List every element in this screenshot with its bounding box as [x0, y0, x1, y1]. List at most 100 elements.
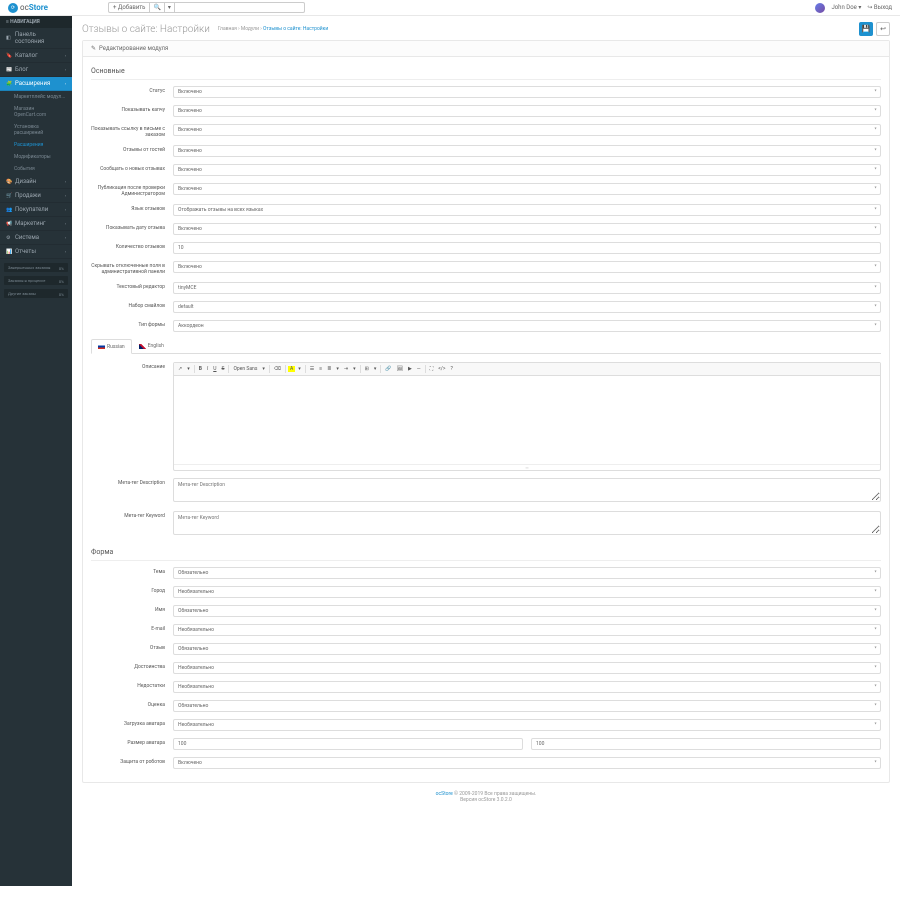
sidebar-item-catalog[interactable]: 🔖Каталог›: [0, 49, 72, 63]
label-count: Количество отзывов: [91, 242, 173, 250]
bold-icon[interactable]: B: [197, 365, 204, 373]
add-button[interactable]: + Добавить: [108, 2, 150, 13]
select-hide[interactable]: Включено: [173, 261, 881, 273]
flag-en-icon: [139, 344, 146, 349]
select-city[interactable]: Необязательно: [173, 586, 881, 598]
users-icon: 👥: [6, 207, 12, 213]
header: ⟳ ocStore + Добавить 🔍 ▾ John Doe ▾ ↪ Вы…: [0, 0, 900, 16]
sidebar-sub-extensions[interactable]: Расширения: [0, 139, 72, 151]
user-name[interactable]: John Doe ▾: [831, 4, 861, 11]
textarea-meta-kw[interactable]: [173, 511, 881, 535]
sidebar-item-reports[interactable]: 📊Отчеты›: [0, 245, 72, 259]
flag-ru-icon: [98, 344, 105, 349]
sidebar-sub-events[interactable]: События: [0, 163, 72, 175]
label-date: Показывать дату отзыва: [91, 223, 173, 231]
select-guest[interactable]: Включено: [173, 145, 881, 157]
indent-icon[interactable]: ⇥: [342, 365, 350, 373]
sidebar-sub-modifications[interactable]: Модификаторы: [0, 151, 72, 163]
editor-resize[interactable]: ═: [174, 464, 880, 470]
tab-english[interactable]: English: [132, 339, 171, 353]
label-cons: Недостатки: [91, 681, 173, 689]
logout-link[interactable]: ↪ Выход: [867, 4, 892, 11]
sidebar-sub-installer[interactable]: Установка расширений: [0, 121, 72, 139]
font-select[interactable]: Open Sans: [231, 365, 259, 373]
tab-russian[interactable]: Russian: [91, 339, 132, 354]
select-email[interactable]: Необязательно: [173, 624, 881, 636]
label-captcha: Показывать капчу: [91, 105, 173, 113]
select-notify[interactable]: Включено: [173, 164, 881, 176]
label-link: Показывать ссылку в письме с заказом: [91, 124, 173, 138]
input-avatar-h[interactable]: [531, 738, 881, 750]
sidebar-item-marketing[interactable]: 📢Маркетинг›: [0, 217, 72, 231]
align-icon[interactable]: ≣: [325, 365, 333, 373]
textarea-meta-desc[interactable]: [173, 478, 881, 502]
label-review: Отзыв: [91, 643, 173, 651]
table-icon[interactable]: ⊞: [363, 365, 371, 373]
search-icon[interactable]: 🔍: [150, 2, 164, 13]
select-admin[interactable]: Включено: [173, 183, 881, 195]
label-avatar-size: Размер аватара: [91, 738, 173, 746]
search-input[interactable]: [175, 2, 305, 13]
select-subject[interactable]: Обязательно: [173, 567, 881, 579]
design-icon: 🎨: [6, 179, 12, 185]
cancel-button[interactable]: ↩: [876, 22, 890, 36]
sidebar-item-extensions[interactable]: 🧩Расширения›: [0, 77, 72, 91]
italic-icon[interactable]: I: [205, 365, 210, 373]
select-pros[interactable]: Необязательно: [173, 662, 881, 674]
select-bot[interactable]: Включено: [173, 757, 881, 769]
sidebar-item-blog[interactable]: 📰Блог›: [0, 63, 72, 77]
clear-icon[interactable]: ⌫: [272, 365, 283, 373]
select-rating[interactable]: Обязательно: [173, 700, 881, 712]
sidebar-item-sales[interactable]: 🛒Продажи›: [0, 189, 72, 203]
select-review[interactable]: Обязательно: [173, 643, 881, 655]
video-icon[interactable]: ▶: [406, 365, 414, 373]
select-captcha[interactable]: Включено: [173, 105, 881, 117]
sidebar-item-dashboard[interactable]: ◧Панель состояния: [0, 28, 72, 49]
strike-icon[interactable]: S: [220, 365, 227, 373]
input-count[interactable]: [173, 242, 881, 254]
color-icon[interactable]: A: [288, 366, 295, 372]
select-smilies[interactable]: default: [173, 301, 881, 313]
label-editor: Текстовый редактор: [91, 282, 173, 290]
ul-icon[interactable]: ☰: [308, 365, 316, 373]
select-cons[interactable]: Необязательно: [173, 681, 881, 693]
sidebar-sub-opencart[interactable]: Магазин OpenCart.com: [0, 103, 72, 121]
footer-link[interactable]: ocStore: [436, 791, 453, 797]
select-avatar[interactable]: Необязательно: [173, 719, 881, 731]
label-rating: Оценка: [91, 700, 173, 708]
select-name[interactable]: Обязательно: [173, 605, 881, 617]
hr-icon[interactable]: —: [415, 365, 423, 373]
sidebar-item-system[interactable]: ⚙Система›: [0, 231, 72, 245]
sidebar-item-design[interactable]: 🎨Дизайн›: [0, 175, 72, 189]
select-link[interactable]: Включено: [173, 124, 881, 136]
select-lang[interactable]: Отображать отзывы на всех языках: [173, 204, 881, 216]
save-button[interactable]: 💾: [859, 22, 873, 36]
link-icon[interactable]: 🔗: [383, 365, 393, 373]
page-header: Отзывы о сайте: Настройки Главная › Моду…: [82, 22, 890, 36]
label-description: Описание: [91, 362, 173, 370]
footer: ocStore © 2009-2019 Все права защищены. …: [82, 783, 890, 811]
section-form: Форма: [91, 544, 881, 561]
help-icon[interactable]: ?: [448, 365, 454, 373]
label-meta-desc: Мета-тег Description: [91, 478, 173, 486]
editor-content[interactable]: [174, 376, 880, 464]
underline-icon[interactable]: U: [211, 365, 218, 373]
sidebar-item-customers[interactable]: 👥Покупатели›: [0, 203, 72, 217]
panel-header: ✎Редактирование модуля: [83, 41, 889, 57]
fullscreen-icon[interactable]: ⛶: [428, 365, 436, 373]
code-icon[interactable]: </>: [436, 365, 447, 373]
select-editor[interactable]: tinyMCE: [173, 282, 881, 294]
select-formtype[interactable]: Аккордеон: [173, 320, 881, 332]
avatar[interactable]: [815, 3, 825, 13]
breadcrumb-current[interactable]: Отзывы о сайте: Настройки: [263, 26, 328, 32]
select-status[interactable]: Включено: [173, 86, 881, 98]
logo[interactable]: ⟳ ocStore: [8, 3, 48, 13]
image-icon[interactable]: 🖼: [395, 365, 405, 373]
ol-icon[interactable]: ≡: [317, 365, 324, 373]
search-caret[interactable]: ▾: [165, 2, 175, 13]
label-meta-kw: Мета-тег Keyword: [91, 511, 173, 519]
select-date[interactable]: Включено: [173, 223, 881, 235]
sidebar-sub-marketplace[interactable]: Маркетплейс модул...: [0, 91, 72, 103]
input-avatar-w[interactable]: [173, 738, 523, 750]
source-icon[interactable]: ↗: [176, 365, 184, 373]
